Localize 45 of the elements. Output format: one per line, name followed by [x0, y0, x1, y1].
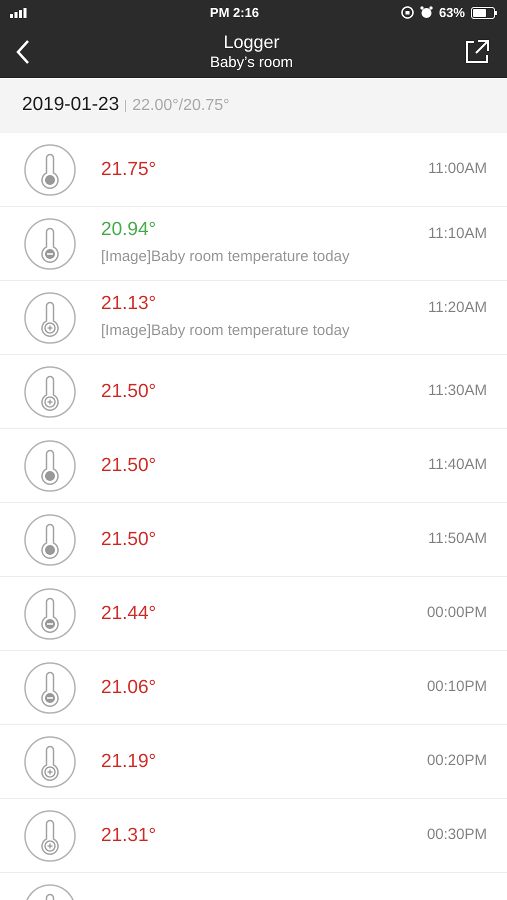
share-icon [464, 38, 490, 64]
temperature-value: 21.50° [101, 528, 158, 552]
row-note: [Image]Baby room temperature today [101, 321, 350, 342]
thermometer-icon [24, 144, 76, 196]
thermometer-icon [24, 440, 76, 492]
temperature-range: 22.00°/20.75° [132, 96, 230, 116]
row-note: [Image]Baby room temperature today [101, 247, 350, 268]
temperature-value: 21.31° [101, 824, 158, 848]
alarm-icon [420, 6, 433, 19]
battery-percentage: 63% [438, 4, 465, 22]
temperature-value: 21.50° [101, 454, 158, 478]
time-label: 11:30AM [428, 381, 487, 402]
thermometer-icon [24, 810, 76, 862]
thermometer-icon [24, 514, 76, 566]
thermometer-icon [24, 662, 76, 714]
temperature-value: 21.44° [101, 602, 158, 626]
page-title: Logger [223, 30, 280, 52]
time-label: 00:10PM [426, 677, 487, 698]
page-subtitle: Baby’s room [210, 52, 294, 72]
date-label: 2019-01-23 [22, 93, 120, 118]
thermometer-icon [24, 736, 76, 788]
signal-icon [10, 8, 28, 18]
temperature-value: 21.06° [101, 676, 158, 700]
time-label: 00:00PM [426, 603, 487, 624]
time-label: 11:10AM [428, 224, 487, 244]
time-label: 11:40AM [428, 455, 487, 476]
time-label: 11:00AM [428, 159, 487, 180]
back-icon [16, 38, 30, 64]
thermometer-icon [24, 292, 76, 344]
clock-text: PM 2:16 [210, 4, 260, 22]
thermometer-icon [24, 366, 76, 418]
time-label: 00:30PM [426, 825, 487, 846]
time-label: 00:20PM [426, 751, 487, 772]
time-label: 11:50AM [428, 529, 487, 550]
thermometer-icon [24, 218, 76, 270]
share-button[interactable] [463, 38, 491, 66]
temperature-value: 21.75° [101, 158, 158, 182]
temperature-value: 21.19° [101, 750, 158, 774]
thermometer-icon [24, 588, 76, 640]
time-label: 11:20AM [428, 298, 487, 318]
rotation-lock-icon [400, 6, 414, 19]
temperature-value: 21.13° [101, 292, 158, 316]
temperature-value: 21.50° [101, 380, 158, 404]
temperature-value: 20.94° [101, 218, 158, 242]
battery-icon [470, 6, 497, 18]
